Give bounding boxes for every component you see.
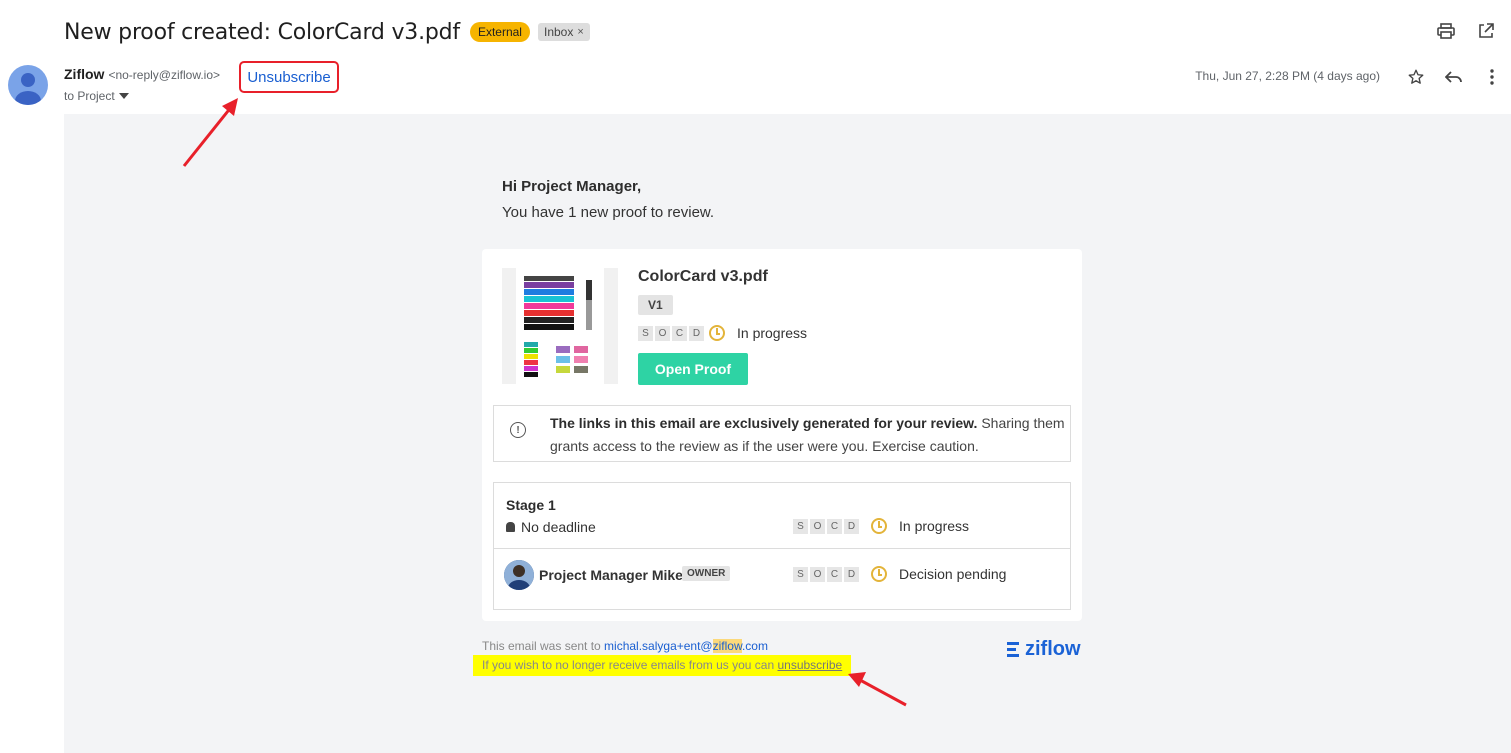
footer-email-part: .com (741, 639, 768, 653)
more-options-icon[interactable] (1481, 66, 1503, 88)
socd-o: O (655, 325, 670, 341)
email-subject: New proof created: ColorCard v3.pdf (64, 19, 460, 45)
proof-status: S O C D In progress (638, 325, 807, 341)
footer-email-highlight: ziflow (712, 639, 742, 653)
unsubscribe-link-footer[interactable]: unsubscribe (777, 658, 842, 672)
socd-d: D (844, 566, 859, 582)
ziflow-logo-icon (1007, 642, 1019, 657)
clock-icon (871, 518, 887, 534)
print-icon[interactable] (1435, 20, 1457, 42)
star-icon[interactable] (1405, 66, 1427, 88)
notice-text: The links in this email are exclusively … (550, 412, 1070, 458)
socd-s: S (793, 566, 808, 582)
socd-c: C (672, 325, 687, 341)
clock-icon (871, 566, 887, 582)
brand-name: ziflow (1025, 638, 1081, 660)
socd-c: C (827, 518, 842, 534)
subject-row: New proof created: ColorCard v3.pdf Exte… (64, 16, 590, 48)
version-badge: V1 (638, 295, 673, 315)
footer-unsub-text: If you wish to no longer receive emails … (482, 658, 778, 672)
member-name: Project Manager Mike (539, 567, 683, 583)
socd-c: C (827, 566, 842, 582)
stage-status-text: In progress (899, 518, 970, 534)
remove-label-button[interactable]: × (577, 26, 583, 38)
proof-card: ColorCard v3.pdf V1 S O C D In progress … (482, 249, 1082, 621)
sender-avatar[interactable] (8, 65, 48, 105)
deadline-text: No deadline (521, 519, 596, 535)
top-actions (1435, 20, 1511, 42)
intro-text: You have 1 new proof to review. (502, 204, 715, 221)
proof-thumbnail[interactable] (502, 268, 618, 384)
footer-sent-to: This email was sent to michal.salyga+ent… (482, 639, 768, 653)
label-external: External (469, 22, 530, 42)
proof-file-name: ColorCard v3.pdf (638, 268, 768, 285)
ziflow-logo: ziflow (1007, 638, 1081, 661)
open-in-new-window-icon[interactable] (1475, 20, 1497, 42)
owner-badge: OWNER (682, 566, 731, 581)
stage-box: Stage 1 No deadline S O C D In progress … (493, 482, 1071, 610)
reply-icon[interactable] (1443, 66, 1465, 88)
divider (494, 548, 1070, 549)
socd-d: D (844, 518, 859, 534)
socd-indicators: S O C D (793, 566, 859, 582)
notice-bold: The links in this email are exclusively … (550, 415, 978, 431)
greeting: Hi Project Manager, (502, 178, 642, 195)
recipients-label: to Project (64, 89, 115, 103)
unsubscribe-link-header[interactable]: Unsubscribe (239, 61, 339, 93)
footer-unsubscribe: If you wish to no longer receive emails … (473, 655, 852, 676)
socd-d: D (689, 325, 704, 341)
member-avatar (504, 560, 534, 590)
socd-s: S (793, 518, 808, 534)
footer-email-link[interactable]: michal.salyga+ent@ziflow.com (604, 639, 768, 653)
email-date: Thu, Jun 27, 2:28 PM (4 days ago) (1195, 69, 1380, 83)
socd-o: O (810, 518, 825, 534)
label-inbox: Inbox × (537, 23, 590, 41)
stage-title: Stage 1 (506, 497, 556, 513)
message-actions (1405, 66, 1503, 88)
open-proof-button[interactable]: Open Proof (638, 353, 748, 385)
sender-email: <no-reply@ziflow.io> (108, 68, 221, 82)
sender-info: Ziflow <no-reply@ziflow.io> (64, 66, 220, 82)
footer-email-part: michal.salyga+ent@ (604, 639, 713, 653)
label-inbox-text: Inbox (543, 25, 574, 39)
footer-sent-prefix: This email was sent to (482, 639, 605, 653)
clock-icon (709, 325, 725, 341)
deadline: No deadline (506, 519, 596, 535)
recipients-dropdown[interactable]: to Project (64, 89, 129, 103)
proof-status-text: In progress (737, 325, 808, 341)
member-status: S O C D Decision pending (793, 566, 1006, 582)
socd-indicators: S O C D (793, 518, 859, 534)
socd-s: S (638, 325, 653, 341)
caret-down-icon (118, 93, 129, 99)
security-notice: ! The links in this email are exclusivel… (493, 405, 1071, 462)
sender-name[interactable]: Ziflow (64, 66, 104, 82)
socd-o: O (810, 566, 825, 582)
stage-status: S O C D In progress (793, 518, 969, 534)
socd-indicators: S O C D (638, 325, 725, 341)
bell-icon (506, 522, 515, 532)
member-status-text: Decision pending (899, 566, 1007, 582)
info-icon: ! (510, 422, 526, 438)
